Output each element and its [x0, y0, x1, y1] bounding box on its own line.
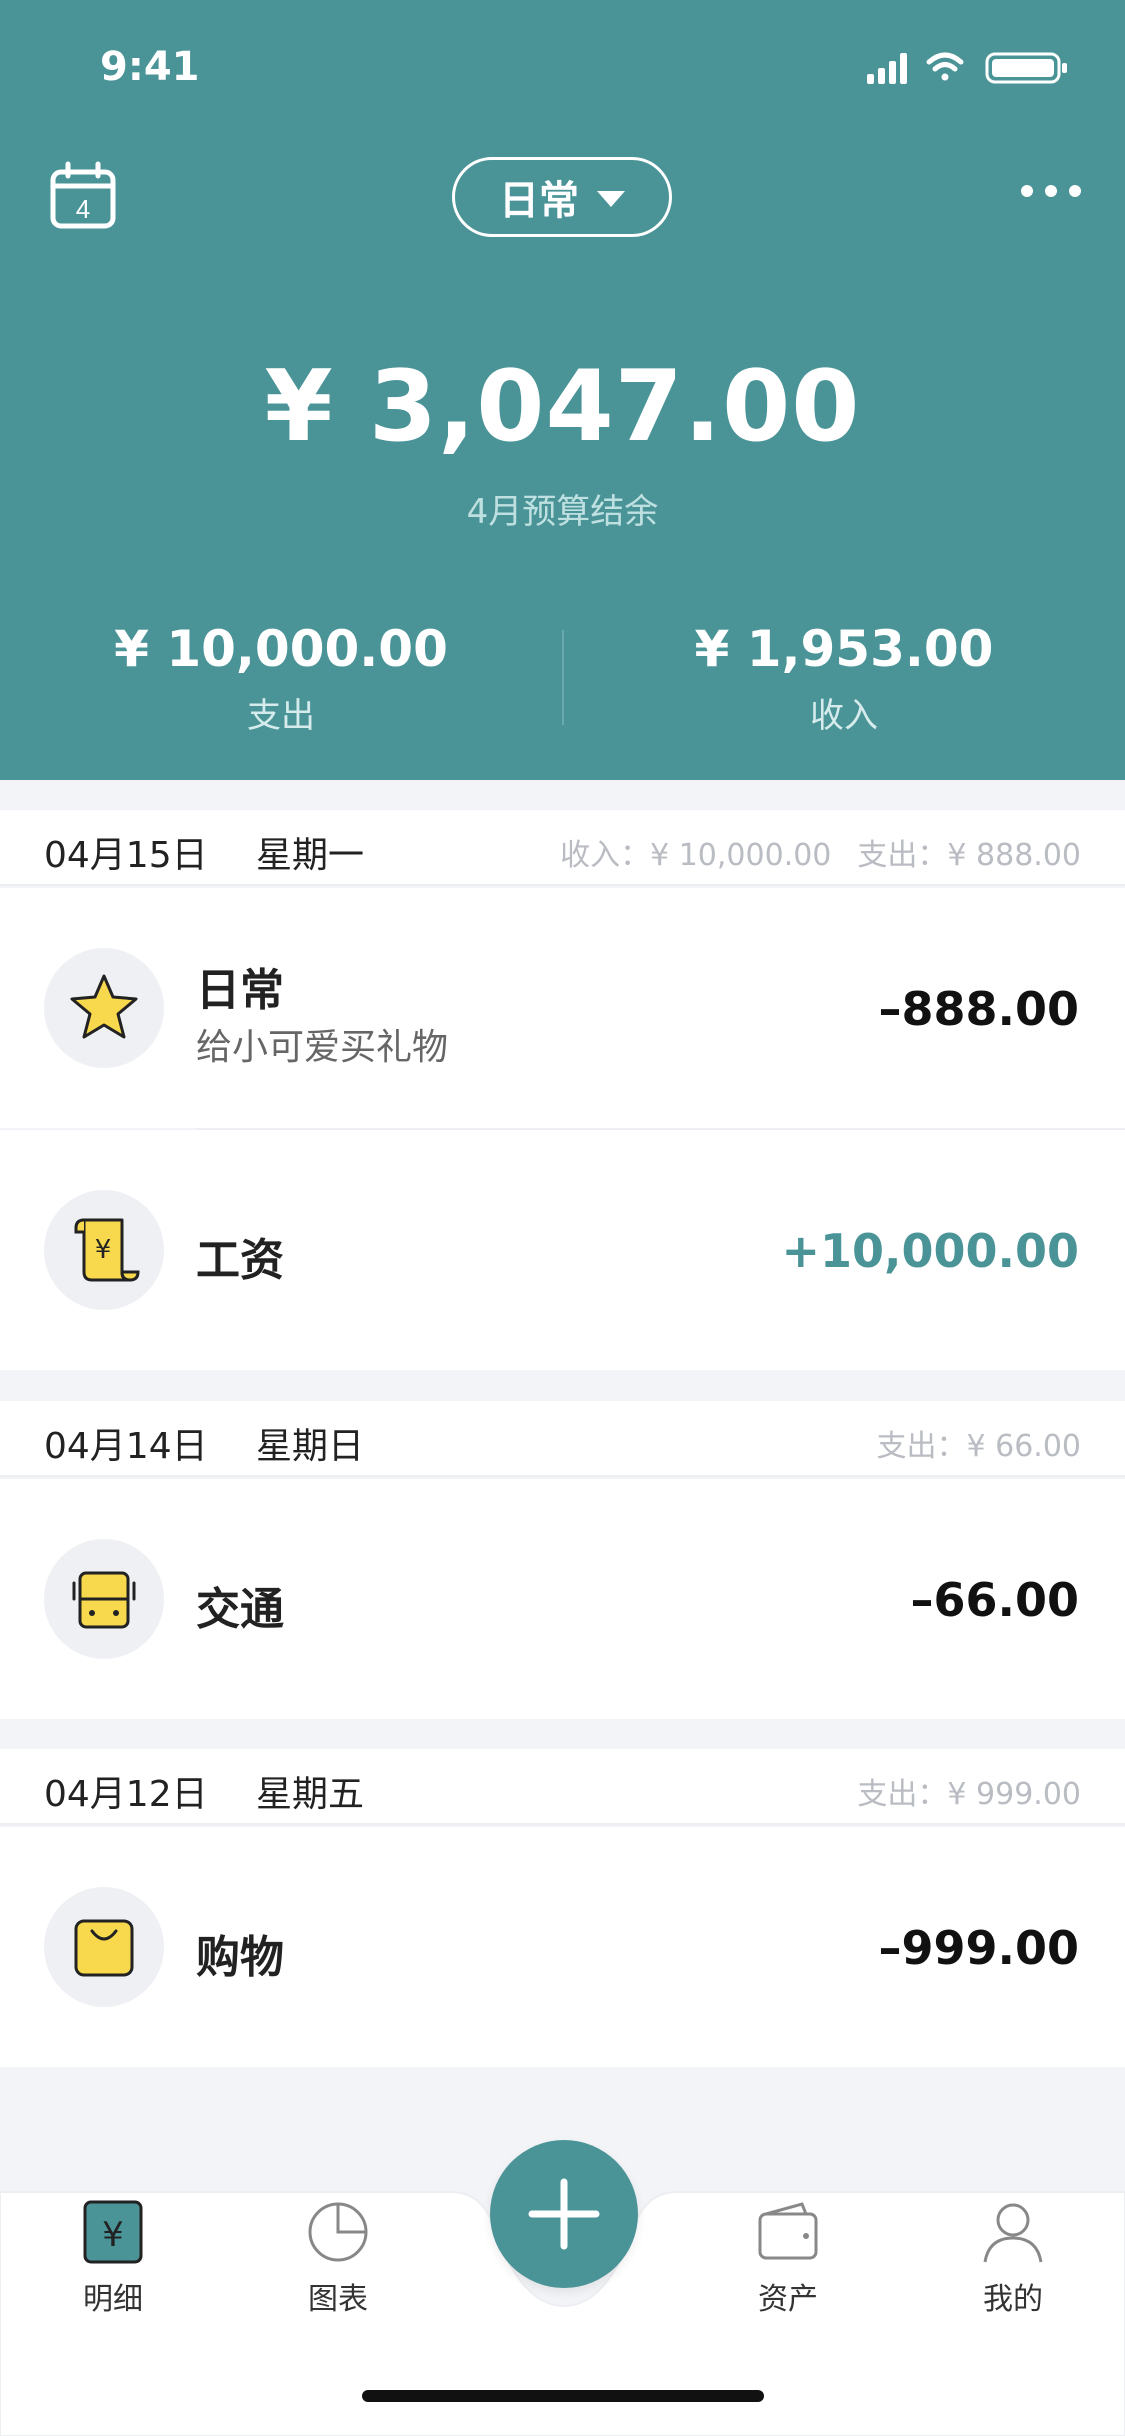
- more-dot-icon: [1045, 185, 1057, 197]
- tab-assets[interactable]: 资产: [713, 2200, 863, 2318]
- transaction-amount: –66.00: [910, 1573, 1079, 1627]
- tab-detail[interactable]: ¥ 明细: [38, 2200, 188, 2318]
- transaction-row[interactable]: ¥ 工资 +10,000.00: [0, 1130, 1125, 1370]
- wifi-icon: [926, 52, 964, 81]
- day-weekday: 星期五: [256, 1774, 365, 1815]
- transaction-category: 工资: [196, 1235, 284, 1286]
- day-header: 04月15日 星期一 收入：¥ 10,000.00 支出：¥ 888.00: [0, 810, 1125, 886]
- category-icon-wrap: ¥: [44, 1190, 164, 1310]
- bus-icon: [72, 1571, 136, 1629]
- more-button[interactable]: [1021, 185, 1081, 205]
- pie-chart-icon: [308, 2202, 368, 2262]
- day-weekday: 星期日: [256, 1426, 365, 1467]
- transaction-row[interactable]: 交通 –66.00: [0, 1479, 1125, 1719]
- tab-chart[interactable]: 图表: [263, 2200, 413, 2318]
- category-icon-wrap: [44, 948, 164, 1068]
- transaction-amount: +10,000.00: [781, 1224, 1079, 1278]
- income-label: 收入: [810, 696, 878, 736]
- wallet-icon: [758, 2202, 818, 2260]
- income-amount: ¥ 1,953.00: [694, 620, 994, 678]
- transaction-category: 交通: [196, 1584, 284, 1635]
- status-time: 9:41: [100, 44, 200, 90]
- day-header: 04月14日 星期日 支出：¥ 66.00: [0, 1401, 1125, 1477]
- category-icon-wrap: [44, 1887, 164, 2007]
- tab-label: 图表: [308, 2282, 368, 2317]
- transaction-amount: –999.00: [878, 1921, 1079, 1975]
- book-selector[interactable]: 日常: [452, 157, 672, 237]
- day-expense-label: 支出：: [876, 1429, 967, 1464]
- day-income-value: ¥ 10,000.00: [650, 838, 832, 873]
- day-expense-label: 支出：: [857, 1777, 948, 1812]
- svg-text:¥: ¥: [102, 2215, 124, 2255]
- transaction-category: 日常: [196, 965, 284, 1016]
- person-icon: [983, 2203, 1043, 2263]
- income-summary: ¥ 1,953.00 收入: [563, 620, 1125, 737]
- expense-amount: ¥ 10,000.00: [114, 620, 448, 678]
- dropdown-triangle-icon: [597, 191, 625, 207]
- calendar-button[interactable]: 4: [48, 160, 118, 230]
- tab-mine[interactable]: 我的: [938, 2200, 1088, 2318]
- tab-label: 资产: [758, 2282, 818, 2317]
- transaction-row[interactable]: 购物 –999.00: [0, 1827, 1125, 2067]
- plus-icon: [528, 2178, 600, 2250]
- day-expense-value: ¥ 999.00: [947, 1777, 1081, 1812]
- day-expense-value: ¥ 888.00: [947, 838, 1081, 873]
- transaction-note: 给小可爱买礼物: [196, 1027, 449, 1068]
- calendar-day: 4: [76, 194, 90, 224]
- header: 9:41 4 日常 ¥ 3,047.00 4月预算结余 ¥ 10,000.00 …: [0, 0, 1125, 780]
- category-icon-wrap: [44, 1539, 164, 1659]
- battery-icon: [985, 52, 1067, 84]
- star-icon: [70, 974, 138, 1039]
- day-date: 04月12日: [44, 1774, 208, 1815]
- day-header: 04月12日 星期五 支出：¥ 999.00: [0, 1749, 1125, 1825]
- day-weekday: 星期一: [256, 835, 365, 876]
- day-sums: 支出：¥ 999.00: [857, 1769, 1081, 1813]
- transaction-row[interactable]: 日常 给小可爱买礼物 –888.00: [0, 888, 1125, 1128]
- day-expense-value: ¥ 66.00: [966, 1429, 1081, 1464]
- day-sums: 收入：¥ 10,000.00 支出：¥ 888.00: [560, 830, 1081, 874]
- expense-label: 支出: [247, 696, 315, 736]
- transaction-amount: –888.00: [878, 982, 1079, 1036]
- budget-balance-amount: ¥ 3,047.00: [264, 350, 861, 464]
- day-date: 04月15日: [44, 835, 208, 876]
- tab-label: 我的: [983, 2282, 1043, 2317]
- day-sums: 支出：¥ 66.00: [876, 1421, 1081, 1465]
- budget-balance-label: 4月预算结余: [466, 492, 659, 532]
- tab-label: 明细: [83, 2282, 143, 2317]
- shopping-bag-icon: [74, 1919, 134, 1977]
- day-income-label: 收入：: [560, 838, 651, 873]
- svg-text:¥: ¥: [95, 1235, 112, 1265]
- yuan-ledger-icon: ¥: [83, 2200, 143, 2264]
- transaction-category: 购物: [196, 1932, 284, 1983]
- signal-icon: [867, 53, 907, 84]
- more-dot-icon: [1021, 185, 1033, 197]
- day-date: 04月14日: [44, 1426, 208, 1467]
- expense-summary: ¥ 10,000.00 支出: [0, 620, 562, 737]
- add-record-button[interactable]: [490, 2140, 638, 2288]
- calendar-icon: 4: [50, 161, 116, 229]
- more-dot-icon: [1069, 185, 1081, 197]
- status-icons: [867, 50, 1077, 86]
- scroll-yuan-icon: ¥: [74, 1218, 140, 1282]
- home-indicator: [362, 2390, 764, 2402]
- book-name: 日常: [499, 178, 579, 224]
- day-expense-label: 支出：: [857, 838, 948, 873]
